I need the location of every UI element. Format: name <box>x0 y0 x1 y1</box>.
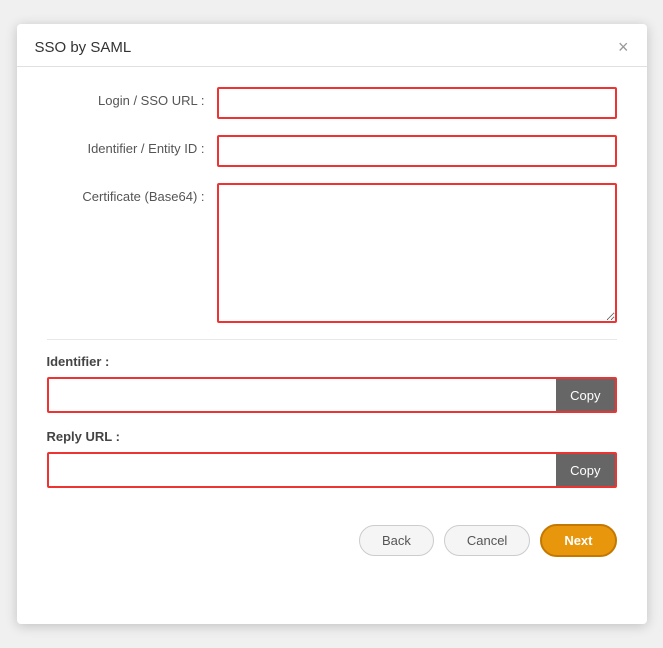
next-button[interactable]: Next <box>540 524 616 557</box>
back-button[interactable]: Back <box>359 525 434 556</box>
modal-body: Login / SSO URL : Identifier / Entity ID… <box>17 67 647 514</box>
identifier-entity-id-row: Identifier / Entity ID : <box>47 135 617 167</box>
close-icon[interactable]: × <box>618 38 629 56</box>
login-sso-url-row: Login / SSO URL : <box>47 87 617 119</box>
modal-container: SSO by SAML × Login / SSO URL : Identifi… <box>17 24 647 624</box>
cancel-button[interactable]: Cancel <box>444 525 530 556</box>
login-sso-url-input[interactable] <box>217 87 617 119</box>
reply-url-copy-button[interactable]: Copy <box>556 454 614 486</box>
reply-url-value-input[interactable] <box>49 454 557 486</box>
section-divider <box>47 339 617 340</box>
certificate-label: Certificate (Base64) : <box>47 183 217 204</box>
identifier-value-input[interactable] <box>49 379 557 411</box>
certificate-row: Certificate (Base64) : <box>47 183 617 323</box>
identifier-copy-button[interactable]: Copy <box>556 379 614 411</box>
identifier-copy-row: Copy <box>47 377 617 413</box>
identifier-section-label: Identifier : <box>47 354 617 369</box>
reply-url-copy-row: Copy <box>47 452 617 488</box>
reply-url-section: Reply URL : Copy <box>47 429 617 488</box>
certificate-textarea[interactable] <box>217 183 617 323</box>
identifier-entity-id-input[interactable] <box>217 135 617 167</box>
modal-footer: Back Cancel Next <box>17 514 647 567</box>
reply-url-section-label: Reply URL : <box>47 429 617 444</box>
identifier-entity-id-label: Identifier / Entity ID : <box>47 135 217 156</box>
modal-header: SSO by SAML × <box>17 24 647 67</box>
modal-title: SSO by SAML <box>35 39 132 56</box>
login-sso-url-label: Login / SSO URL : <box>47 87 217 108</box>
identifier-section: Identifier : Copy <box>47 354 617 413</box>
